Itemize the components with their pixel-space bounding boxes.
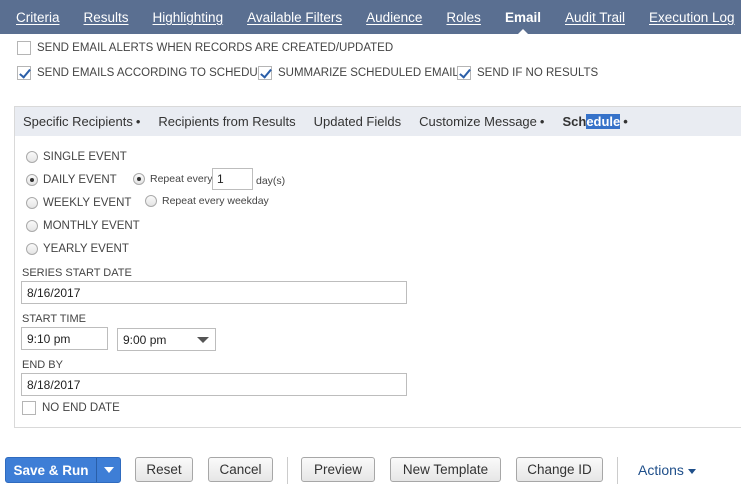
tab-highlighting[interactable]: Highlighting [153,10,224,25]
repeat-unit-label: day(s) [256,175,286,187]
top-tab-bar: Criteria Results Highlighting Available … [0,0,741,35]
radio-yearly-event-label: YEARLY EVENT [43,243,129,255]
send-if-no-results-label: SEND IF NO RESULTS [477,67,599,79]
radio-single-event-label: SINGLE EVENT [43,151,127,163]
send-if-no-results-option[interactable]: SEND IF NO RESULTS [457,66,598,80]
start-time-label: START TIME [22,313,86,325]
tab-available-filters[interactable]: Available Filters [247,10,342,25]
tab-audience[interactable]: Audience [366,10,422,25]
start-time-select-value: 9:00 pm [123,333,167,347]
no-end-date-checkbox[interactable] [22,401,36,415]
reset-button[interactable]: Reset [135,457,193,482]
save-and-run-label[interactable]: Save & Run [6,458,96,482]
button-divider [287,457,288,484]
repeat-every-label: Repeat every [150,173,213,185]
start-time-select[interactable]: 9:00 pm [117,328,216,351]
chevron-down-icon [197,337,209,343]
subtab-schedule[interactable]: Schedule • [562,114,628,129]
summarize-emails-option[interactable]: SUMMARIZE SCHEDULED EMAILS [258,66,467,80]
button-divider [617,457,618,484]
send-email-alerts-checkbox[interactable] [17,41,31,55]
send-emails-schedule-checkbox[interactable] [17,66,31,80]
end-by-input[interactable]: 8/18/2017 [21,373,407,396]
send-emails-schedule-label: SEND EMAILS ACCORDING TO SCHEDULE [37,67,272,79]
tab-results[interactable]: Results [84,10,129,25]
actions-menu-label[interactable]: Actions [638,462,684,478]
radio-monthly-event[interactable]: MONTHLY EVENT [26,220,140,232]
cancel-button[interactable]: Cancel [208,457,273,482]
actions-menu[interactable]: Actions [638,462,696,478]
caret-down-icon [103,467,114,473]
repeat-weekday-label: Repeat every weekday [162,195,269,207]
subtab-customize-message[interactable]: Customize Message • [419,114,544,129]
new-template-button[interactable]: New Template [390,457,501,482]
radio-yearly-event[interactable]: YEARLY EVENT [26,243,129,255]
email-subtab-bar: Specific Recipients • Recipients from Res… [15,107,741,136]
change-id-button[interactable]: Change ID [516,457,603,482]
tab-roles[interactable]: Roles [446,10,481,25]
subtab-indicator-dot: • [539,114,545,129]
radio-monthly-event-button[interactable] [26,220,38,232]
radio-daily-event-button[interactable] [26,174,38,186]
tab-execution-log[interactable]: Execution Log [649,10,735,25]
preview-button[interactable]: Preview [301,457,375,482]
subtab-indicator-dot: • [623,114,628,129]
send-email-alerts-label: SEND EMAIL ALERTS WHEN RECORDS ARE CREAT… [37,42,394,54]
tab-email[interactable]: Email [505,10,541,35]
subtab-indicator-dot: • [135,114,141,129]
save-and-run-dropdown[interactable] [96,458,120,482]
radio-single-event-button[interactable] [26,151,38,163]
summarize-emails-checkbox[interactable] [258,66,272,80]
send-email-alerts-option[interactable]: SEND EMAIL ALERTS WHEN RECORDS ARE CREAT… [17,41,393,55]
save-and-run-button[interactable]: Save & Run [5,457,121,483]
radio-daily-event[interactable]: DAILY EVENT [26,174,117,186]
repeat-days-input[interactable]: 1 [212,168,253,190]
radio-monthly-event-label: MONTHLY EVENT [43,220,140,232]
subtab-schedule-label-start: Sch [562,114,587,129]
end-by-label: END BY [22,359,63,371]
subtab-customize-message-label: Customize Message [419,114,537,129]
start-time-input[interactable]: 9:10 pm [21,327,108,350]
radio-repeat-weekday[interactable]: Repeat every weekday [145,195,269,207]
radio-weekly-event-label: WEEKLY EVENT [43,197,132,209]
series-start-date-input[interactable]: 8/16/2017 [21,281,407,304]
radio-repeat-weekday-button[interactable] [145,195,157,207]
radio-weekly-event[interactable]: WEEKLY EVENT [26,197,131,209]
subtab-specific-recipients[interactable]: Specific Recipients • [23,114,140,129]
subtab-recipients-from-results[interactable]: Recipients from Results [158,114,295,129]
series-start-date-label: SERIES START DATE [22,267,132,279]
no-end-date-option[interactable]: NO END DATE [22,401,120,415]
radio-weekly-event-button[interactable] [26,197,38,209]
send-if-no-results-checkbox[interactable] [457,66,471,80]
radio-daily-event-label: DAILY EVENT [43,174,117,186]
radio-repeat-every-button[interactable] [133,173,145,185]
radio-single-event[interactable]: SINGLE EVENT [26,151,127,163]
radio-repeat-every[interactable]: Repeat every [133,173,212,185]
no-end-date-label: NO END DATE [42,402,120,414]
radio-yearly-event-button[interactable] [26,243,38,255]
subtab-updated-fields[interactable]: Updated Fields [314,114,401,129]
summarize-emails-label: SUMMARIZE SCHEDULED EMAILS [278,67,467,79]
subtab-specific-recipients-label: Specific Recipients [23,114,133,129]
caret-down-icon [687,468,696,474]
tab-audit-trail[interactable]: Audit Trail [565,10,625,25]
tab-criteria[interactable]: Criteria [16,10,60,25]
send-emails-schedule-option[interactable]: SEND EMAILS ACCORDING TO SCHEDULE [17,66,272,80]
subtab-schedule-label-selected: edule [586,114,621,129]
